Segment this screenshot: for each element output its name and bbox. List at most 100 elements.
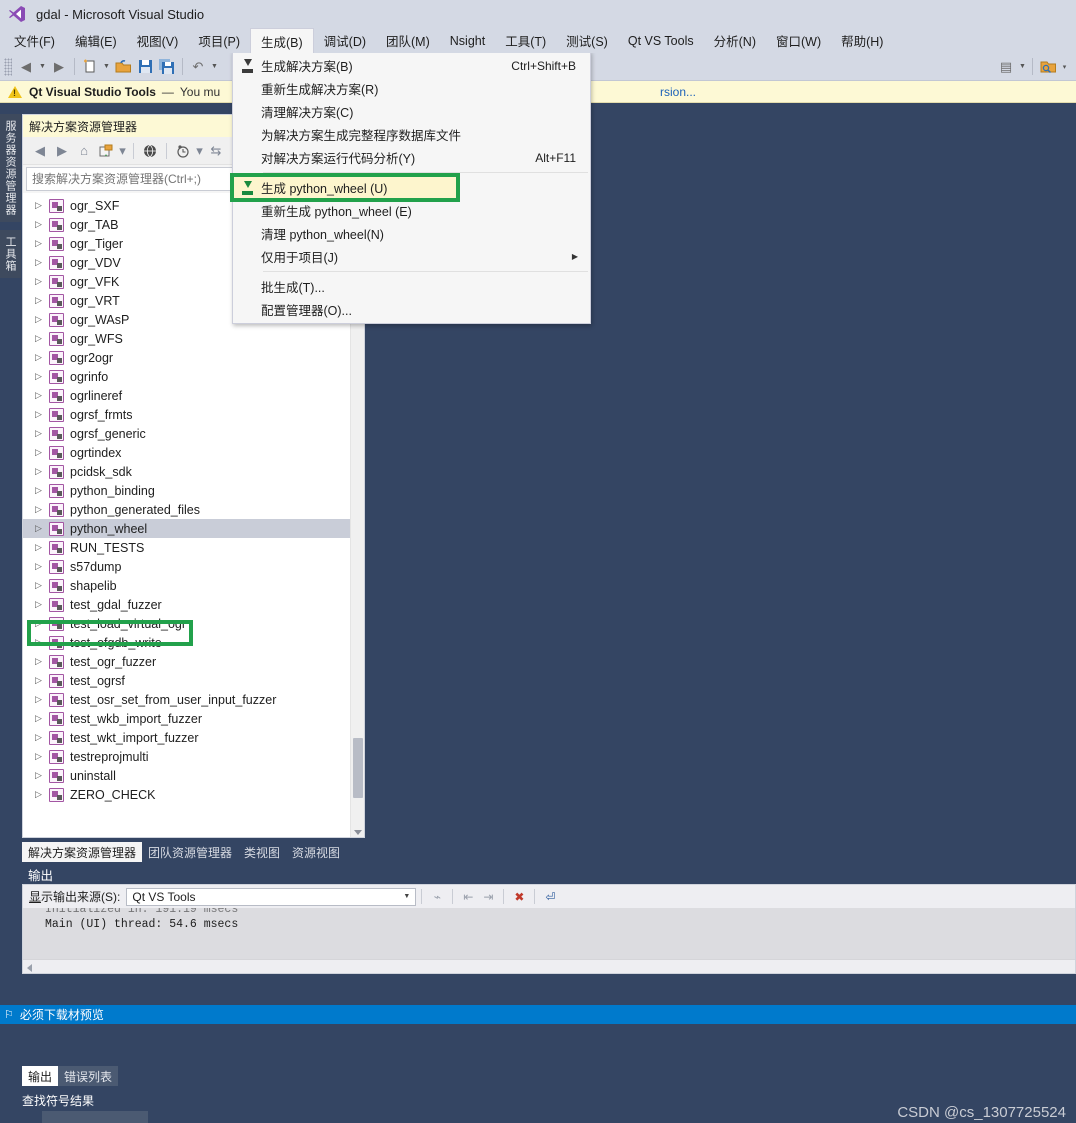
menu-build[interactable]: 生成(B) — [249, 28, 314, 53]
menu-edit[interactable]: 编辑(E) — [65, 28, 127, 53]
build-menu-item[interactable]: 生成 python_wheel (U) — [230, 173, 460, 202]
chevron-right-icon[interactable]: ▷ — [35, 485, 49, 496]
chevron-right-icon[interactable]: ▷ — [35, 770, 49, 781]
chevron-right-icon[interactable]: ▷ — [35, 219, 49, 230]
nav-forward-icon[interactable]: ▶ — [51, 140, 73, 162]
chevron-right-icon[interactable]: ▷ — [35, 238, 49, 249]
chevron-right-icon[interactable]: ▷ — [35, 409, 49, 420]
menu-project[interactable]: 项目(P) — [188, 28, 250, 53]
tree-item[interactable]: ▷ shapelib — [23, 576, 350, 595]
build-menu-item[interactable]: 对解决方案运行代码分析(Y) Alt+F11 — [233, 146, 590, 169]
tree-item[interactable]: ▷ python_binding — [23, 481, 350, 500]
window-layout-icon[interactable]: ▤ — [995, 56, 1017, 78]
tab-team-explorer[interactable]: 团队资源管理器 — [142, 842, 238, 862]
tab-error-list[interactable]: 错误列表 — [58, 1066, 119, 1086]
chevron-right-icon[interactable]: ▷ — [35, 637, 49, 648]
menu-debug[interactable]: 调试(D) — [314, 28, 376, 53]
tree-item[interactable]: ▷ test_load_virtual_ogr — [23, 614, 350, 633]
output-horizontal-scrollbar[interactable] — [23, 959, 1075, 973]
tree-item[interactable]: ▷ ZERO_CHECK — [23, 785, 350, 804]
chevron-right-icon[interactable]: ▷ — [35, 732, 49, 743]
build-menu-dropdown[interactable]: 生成解决方案(B) Ctrl+Shift+B 重新生成解决方案(R) 清理解决方案(C… — [230, 51, 591, 324]
chevron-right-icon[interactable]: ▷ — [35, 466, 49, 477]
sync-with-active-document-icon[interactable] — [95, 140, 117, 162]
tree-item[interactable]: ▷ python_generated_files — [23, 500, 350, 519]
chevron-right-icon[interactable]: ▷ — [35, 333, 49, 344]
chevron-right-icon[interactable]: ▷ — [35, 428, 49, 439]
output-source-combobox[interactable]: Qt VS Tools ▼ — [126, 887, 417, 906]
chevron-right-icon[interactable]: ▷ — [35, 599, 49, 610]
tree-item[interactable]: ▷ test_wkb_import_fuzzer — [23, 709, 350, 728]
save-all-icon[interactable] — [156, 56, 178, 78]
tree-item[interactable]: ▷ ogr_WFS — [23, 329, 350, 348]
chevron-right-icon[interactable]: ▷ — [35, 371, 49, 382]
menu-nsight[interactable]: Nsight — [440, 28, 495, 53]
tree-item[interactable]: ▷ testreprojmulti — [23, 747, 350, 766]
menu-qt-vs-tools[interactable]: Qt VS Tools — [618, 28, 704, 53]
new-project-icon[interactable] — [79, 56, 101, 78]
chevron-down-icon[interactable]: ▼ — [403, 893, 410, 900]
new-project-dropdown-icon[interactable]: ▼ — [101, 56, 112, 78]
tab-resource-view[interactable]: 资源视图 — [286, 842, 346, 862]
build-menu-item[interactable]: 清理解决方案(C) — [233, 100, 590, 123]
find-in-files-icon[interactable] — [1037, 56, 1059, 78]
chevron-right-icon[interactable]: ▷ — [35, 542, 49, 553]
tree-item[interactable]: ▷ RUN_TESTS — [23, 538, 350, 557]
menu-help[interactable]: 帮助(H) — [831, 28, 893, 53]
tree-item[interactable]: ▷ ogrinfo — [23, 367, 350, 386]
menu-view[interactable]: 视图(V) — [127, 28, 189, 53]
build-menu-item[interactable]: 清理 python_wheel(N) — [233, 222, 590, 245]
menu-team[interactable]: 团队(M) — [376, 28, 440, 53]
open-file-icon[interactable] — [112, 56, 134, 78]
clear-pane-icon[interactable]: ✖ — [509, 887, 529, 907]
tree-item[interactable]: ▷ pcidsk_sdk — [23, 462, 350, 481]
tree-item[interactable]: ▷ test_wkt_import_fuzzer — [23, 728, 350, 747]
tab-output[interactable]: 输出 — [22, 1066, 59, 1086]
tree-item[interactable]: ▷ ogrtindex — [23, 443, 350, 462]
chevron-right-icon[interactable]: ▷ — [35, 295, 49, 306]
tree-item[interactable]: ▷ ogr2ogr — [23, 348, 350, 367]
build-menu-item[interactable]: 为解决方案生成完整程序数据库文件 — [233, 123, 590, 146]
chevron-right-icon[interactable]: ▷ — [35, 713, 49, 724]
chevron-right-icon[interactable]: ▷ — [35, 314, 49, 325]
output-text-area[interactable]: Initialized in: 191.19 msecs Main (UI) t… — [22, 908, 1076, 974]
tree-item[interactable]: ▷ ogrlineref — [23, 386, 350, 405]
nav-back-icon[interactable]: ◀ — [29, 140, 51, 162]
build-menu-item[interactable]: 仅用于项目(J) ▶ — [233, 245, 590, 268]
forward-arrow-icon[interactable]: ▶ — [48, 56, 70, 78]
home-icon[interactable]: ⌂ — [73, 140, 95, 162]
chevron-right-icon[interactable]: ▷ — [35, 276, 49, 287]
tree-item[interactable]: ▷ uninstall — [23, 766, 350, 785]
chevron-right-icon[interactable]: ▷ — [35, 789, 49, 800]
toolbar-overflow-icon[interactable]: ▾ — [1059, 56, 1070, 78]
build-menu-item[interactable]: 批生成(T)... — [233, 275, 590, 298]
tree-item[interactable]: ▷ test_ogr_fuzzer — [23, 652, 350, 671]
chevron-right-icon[interactable]: ▷ — [35, 352, 49, 363]
toolbar-grip[interactable] — [4, 57, 12, 76]
tree-scrollbar-thumb[interactable] — [353, 738, 363, 798]
chevron-right-icon[interactable]: ▷ — [35, 523, 49, 534]
toggle-word-wrap-icon[interactable]: ⏎ — [540, 887, 560, 907]
chevron-right-icon[interactable]: ▷ — [35, 656, 49, 667]
chevron-right-icon[interactable]: ▷ — [35, 751, 49, 762]
build-menu-item[interactable]: 重新生成 python_wheel (E) — [233, 199, 590, 222]
go-to-next-message-icon[interactable]: ⇥ — [478, 887, 498, 907]
window-layout-dropdown-icon[interactable]: ▼ — [1017, 56, 1028, 78]
chevron-right-icon[interactable]: ▷ — [35, 447, 49, 458]
menu-tools[interactable]: 工具(T) — [495, 28, 556, 53]
tree-item[interactable]: ▷ ogrsf_generic — [23, 424, 350, 443]
sync-dropdown-icon[interactable]: ▾ — [117, 140, 128, 162]
find-symbol-results-tab[interactable] — [42, 1111, 148, 1123]
dock-tab-server-explorer[interactable]: 服务器资源管理器 — [0, 114, 21, 222]
pending-changes-dropdown-icon[interactable]: ▾ — [194, 140, 205, 162]
tree-item[interactable]: ▷ test_ofgdb_write — [23, 633, 350, 652]
chevron-right-icon[interactable]: ▷ — [35, 561, 49, 572]
scroll-down-arrow-icon[interactable] — [354, 830, 362, 835]
chevron-right-icon[interactable]: ▷ — [35, 580, 49, 591]
tree-item[interactable]: ▷ ogrsf_frmts — [23, 405, 350, 424]
find-message-icon[interactable]: ⌁ — [427, 887, 447, 907]
chevron-right-icon[interactable]: ▷ — [35, 200, 49, 211]
undo-icon[interactable]: ↶ — [187, 56, 209, 78]
go-to-previous-message-icon[interactable]: ⇤ — [458, 887, 478, 907]
chevron-right-icon[interactable]: ▷ — [35, 618, 49, 629]
